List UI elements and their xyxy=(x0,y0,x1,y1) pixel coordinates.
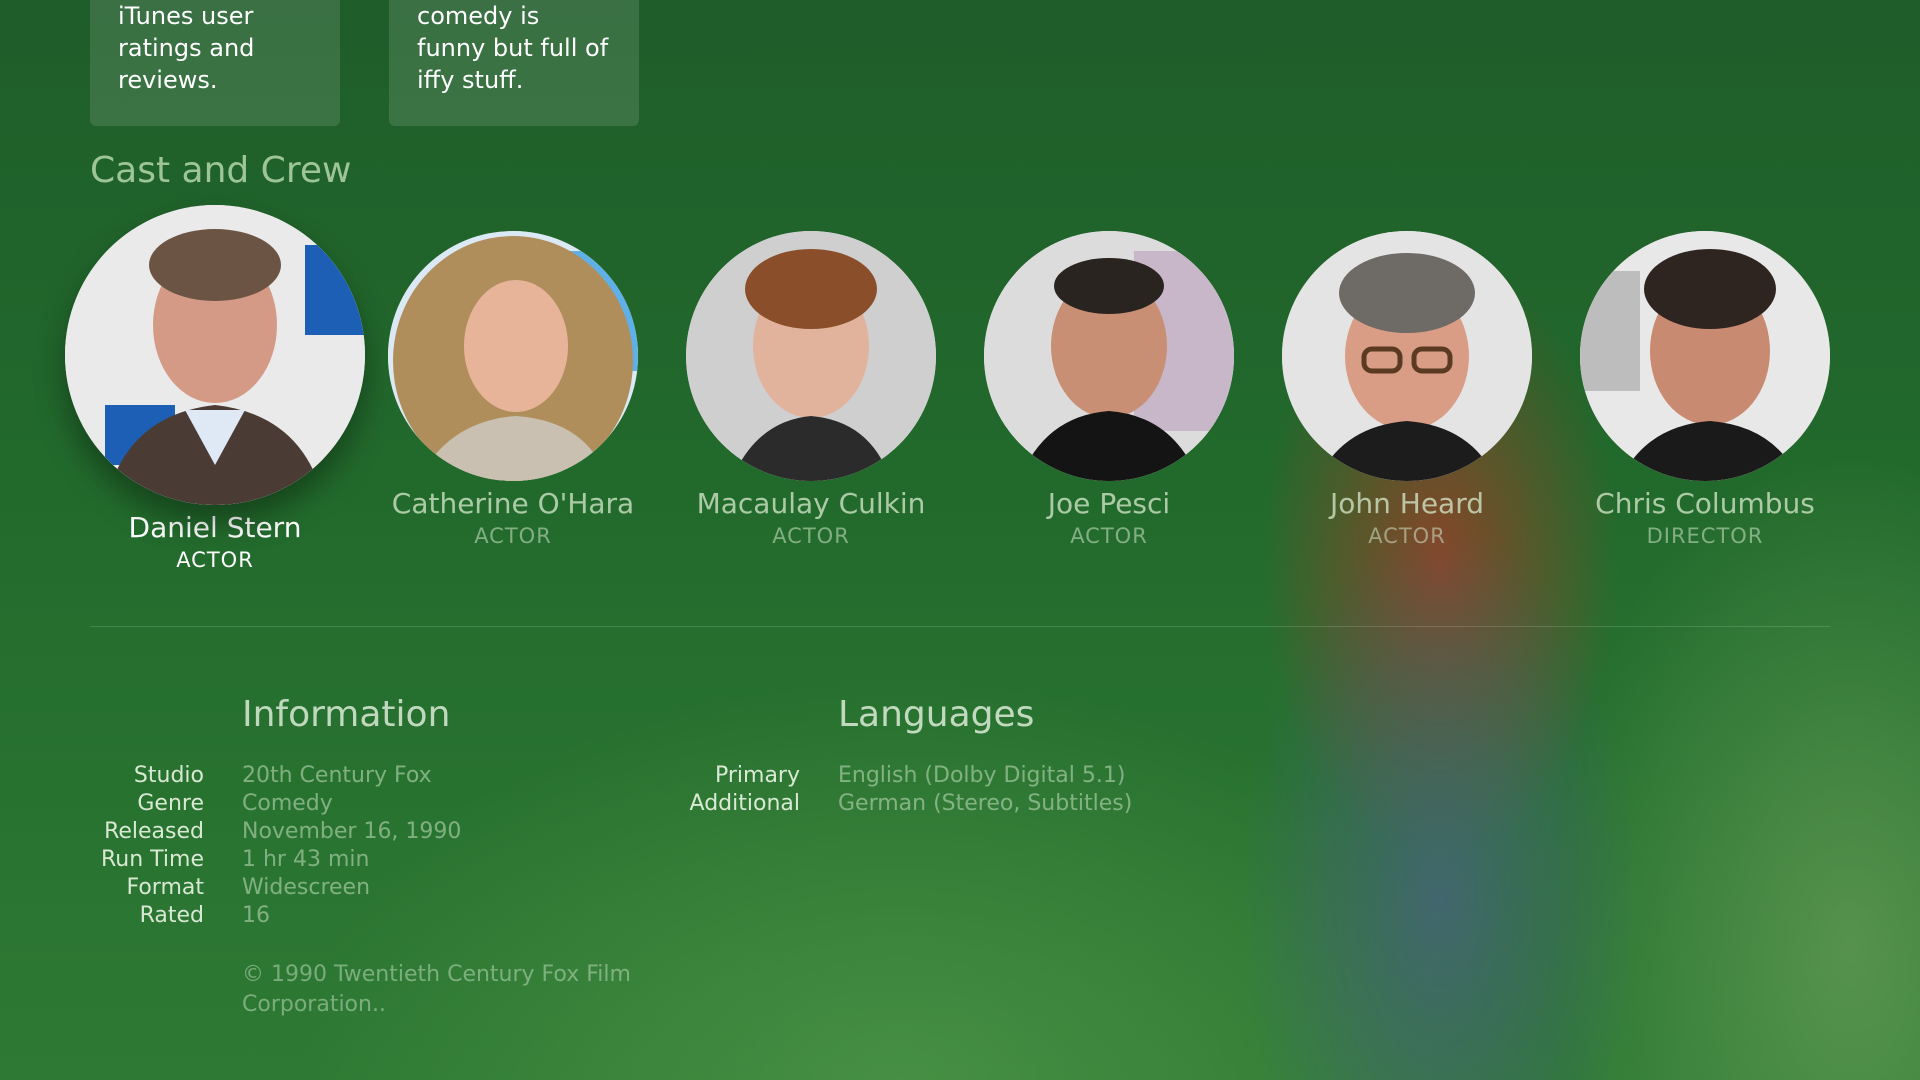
person-photo xyxy=(1580,231,1830,481)
person-name: Daniel Stern xyxy=(128,511,302,544)
info-label-runtime: Run Time xyxy=(100,847,204,872)
person-role: ACTOR xyxy=(176,548,254,572)
person-silhouette-icon xyxy=(388,231,638,481)
cast-item[interactable]: John Heard ACTOR xyxy=(1257,231,1557,551)
cast-item[interactable]: Catherine O'Hara ACTOR xyxy=(363,231,663,551)
info-label-studio: Studio xyxy=(133,763,204,788)
cast-item[interactable]: Chris Columbus DIRECTOR xyxy=(1555,231,1855,551)
review-card-text: comedy is funny but full of iffy stuff. xyxy=(417,2,609,94)
person-photo xyxy=(1282,231,1532,481)
languages-values: English (Dolby Digital 5.1) German (Ster… xyxy=(838,762,1132,818)
person-photo xyxy=(65,205,365,505)
person-role: ACTOR xyxy=(1070,524,1148,548)
review-card[interactable]: iTunes user ratings and reviews. xyxy=(90,0,340,126)
info-value-released: November 16, 1990 xyxy=(242,819,462,844)
person-silhouette-icon xyxy=(1580,231,1830,481)
info-value-rated: 16 xyxy=(242,903,270,928)
person-name: Chris Columbus xyxy=(1595,487,1815,520)
languages-title: Languages xyxy=(838,694,1035,735)
cast-item[interactable]: Joe Pesci ACTOR xyxy=(959,231,1259,551)
person-photo xyxy=(984,231,1234,481)
person-role: ACTOR xyxy=(1368,524,1446,548)
lang-label-primary: Primary xyxy=(714,763,800,788)
lang-value-primary: English (Dolby Digital 5.1) xyxy=(838,763,1126,788)
person-silhouette-icon xyxy=(65,205,365,505)
section-divider xyxy=(90,626,1830,627)
lang-label-additional: Additional xyxy=(689,791,800,816)
information-values: 20th Century Fox Comedy November 16, 199… xyxy=(242,762,461,930)
cast-item[interactable]: Daniel Stern ACTOR xyxy=(65,205,365,575)
info-value-studio: 20th Century Fox xyxy=(242,763,432,788)
person-silhouette-icon xyxy=(686,231,936,481)
person-silhouette-icon xyxy=(984,231,1234,481)
information-labels: Studio Genre Released Run Time Format Ra… xyxy=(80,762,204,930)
copyright-text: © 1990 Twentieth Century Fox Film Corpor… xyxy=(242,962,631,1017)
person-role: ACTOR xyxy=(474,524,552,548)
person-role: ACTOR xyxy=(772,524,850,548)
person-role: DIRECTOR xyxy=(1646,524,1764,548)
person-photo xyxy=(686,231,936,481)
review-card-text: iTunes user ratings and reviews. xyxy=(118,2,255,94)
person-name: John Heard xyxy=(1329,487,1484,520)
info-value-genre: Comedy xyxy=(242,791,333,816)
lang-value-additional: German (Stereo, Subtitles) xyxy=(838,791,1133,816)
info-value-runtime: 1 hr 43 min xyxy=(242,847,370,872)
person-name: Macaulay Culkin xyxy=(696,487,926,520)
person-name: Joe Pesci xyxy=(1047,487,1171,520)
info-label-rated: Rated xyxy=(139,903,204,928)
information-title: Information xyxy=(242,694,451,735)
cast-section-title: Cast and Crew xyxy=(90,150,352,191)
info-label-genre: Genre xyxy=(137,791,204,816)
info-label-released: Released xyxy=(104,819,204,844)
languages-labels: Primary Additional xyxy=(650,762,800,818)
person-name: Catherine O'Hara xyxy=(391,487,635,520)
info-label-format: Format xyxy=(126,875,204,900)
person-silhouette-icon xyxy=(1282,231,1532,481)
person-photo xyxy=(388,231,638,481)
cast-item[interactable]: Macaulay Culkin ACTOR xyxy=(661,231,961,551)
review-card[interactable]: comedy is funny but full of iffy stuff. xyxy=(389,0,639,126)
info-value-format: Widescreen xyxy=(242,875,371,900)
